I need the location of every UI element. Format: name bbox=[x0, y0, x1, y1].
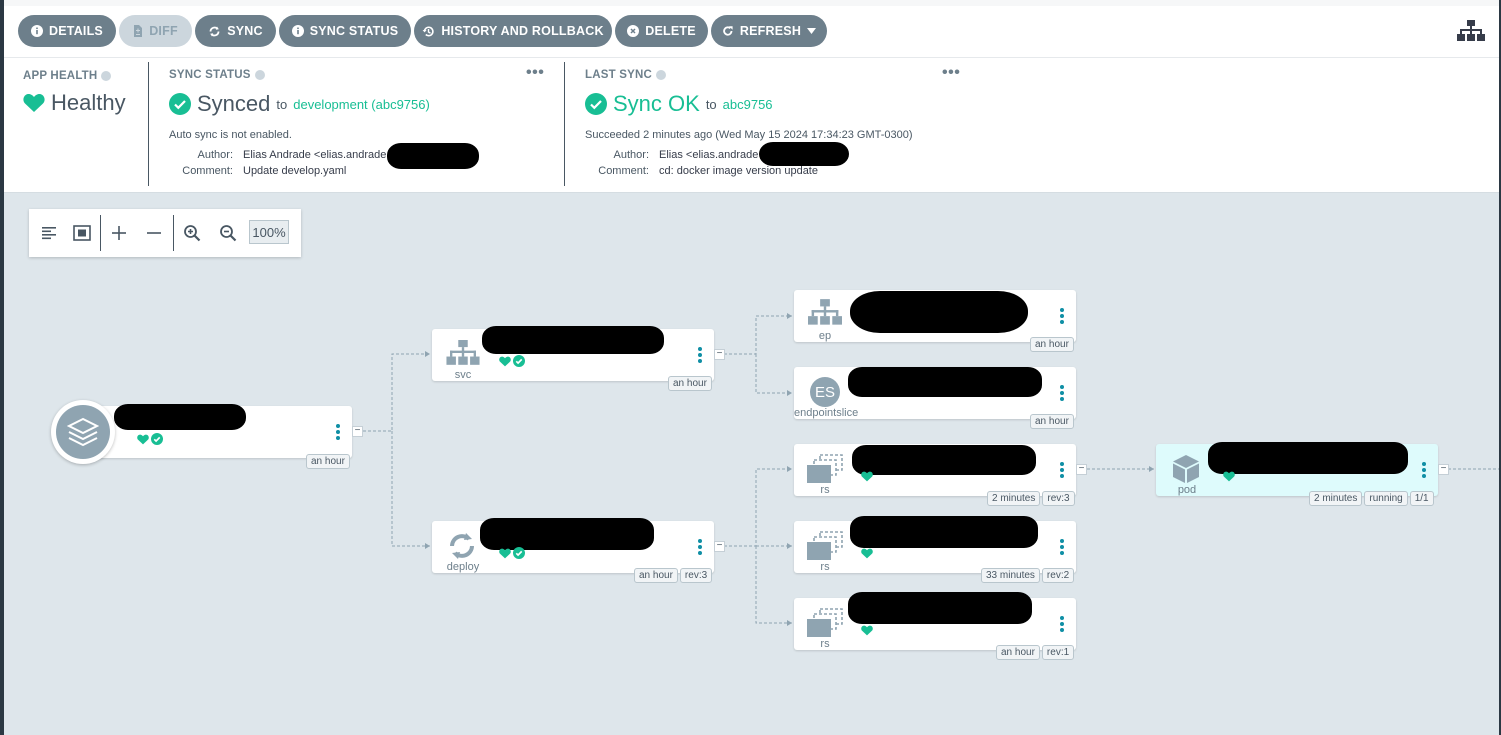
deploy-node[interactable]: deploy − an hour rev:3 bbox=[432, 518, 725, 583]
node-menu-icon[interactable] bbox=[698, 345, 704, 365]
health-sync-status bbox=[137, 433, 163, 445]
node-tags: 2 minutes rev:3 bbox=[987, 491, 1075, 506]
age-tag: an hour bbox=[634, 568, 678, 583]
revision-tag: rev:1 bbox=[1041, 645, 1075, 660]
check-circle-icon bbox=[513, 355, 525, 367]
svc-node[interactable]: svc − an hour bbox=[432, 326, 725, 391]
age-tag: an hour bbox=[1030, 337, 1074, 352]
age-tag: an hour bbox=[1030, 414, 1074, 429]
sync-icon bbox=[450, 533, 474, 559]
age-tag: an hour bbox=[668, 376, 712, 391]
layers-icon bbox=[67, 417, 99, 447]
revision-tag: rev:2 bbox=[1041, 568, 1075, 583]
node-menu-icon[interactable] bbox=[1422, 460, 1428, 480]
node-tags: an hour bbox=[1030, 337, 1074, 352]
endpointslice-node[interactable]: ES endpointslice an hour bbox=[794, 367, 1076, 429]
heart-icon bbox=[499, 356, 511, 366]
node-tags: an hour rev:3 bbox=[634, 568, 713, 583]
node-tags: an hour bbox=[306, 454, 350, 469]
age-tag: an hour bbox=[996, 645, 1040, 660]
heart-icon bbox=[137, 434, 149, 444]
check-circle-icon bbox=[513, 547, 525, 559]
age-tag: 2 minutes bbox=[987, 491, 1041, 506]
node-kind-label: rs bbox=[820, 638, 830, 650]
graph-edges bbox=[363, 313, 1501, 626]
node-menu-icon[interactable] bbox=[1060, 614, 1066, 634]
check-circle-icon bbox=[151, 433, 163, 445]
app-root-node[interactable]: − an hour bbox=[96, 404, 363, 469]
node-tags: an hour bbox=[1030, 414, 1074, 429]
app-icon bbox=[51, 400, 115, 464]
node-tags: 2 minutes running 1/1 bbox=[1309, 491, 1434, 506]
redaction bbox=[850, 516, 1038, 548]
heart-icon bbox=[861, 548, 873, 559]
sitemap-icon bbox=[808, 299, 842, 325]
collapse-toggle[interactable]: − bbox=[714, 541, 725, 552]
cube-icon bbox=[1173, 455, 1199, 483]
redaction bbox=[848, 367, 1042, 397]
health-status bbox=[1223, 471, 1235, 482]
left-edge bbox=[0, 0, 4, 735]
node-menu-icon[interactable] bbox=[336, 422, 342, 442]
health-sync-status bbox=[499, 547, 525, 559]
heart-icon bbox=[499, 548, 511, 558]
node-kind-label: rs bbox=[820, 484, 830, 496]
ready-tag: 1/1 bbox=[1409, 491, 1434, 506]
node-menu-icon[interactable] bbox=[698, 537, 704, 557]
age-tag: 2 minutes bbox=[1309, 491, 1363, 506]
redaction bbox=[482, 326, 664, 354]
state-tag: running bbox=[1364, 491, 1408, 506]
endpointslice-badge: ES bbox=[810, 377, 840, 407]
node-tags: an hour rev:1 bbox=[996, 645, 1075, 660]
redaction bbox=[852, 445, 1036, 475]
revision-tag: rev:3 bbox=[679, 568, 713, 583]
health-status bbox=[861, 471, 873, 482]
node-menu-icon[interactable] bbox=[1060, 383, 1066, 403]
replicaset-icon bbox=[807, 531, 843, 560]
redaction bbox=[1208, 442, 1408, 474]
rs-node[interactable]: rs 33 minutes rev:2 bbox=[794, 516, 1076, 583]
collapse-toggle[interactable]: − bbox=[352, 426, 363, 437]
collapse-toggle[interactable]: − bbox=[714, 349, 725, 360]
node-kind-label: pod bbox=[1177, 484, 1197, 496]
rs-node[interactable]: rs an hour rev:1 bbox=[794, 592, 1076, 660]
heart-icon bbox=[861, 471, 873, 482]
health-status bbox=[861, 625, 873, 636]
node-menu-icon[interactable] bbox=[1060, 537, 1066, 557]
redaction bbox=[850, 291, 1028, 333]
sitemap-icon bbox=[446, 340, 480, 365]
redaction bbox=[480, 518, 654, 550]
node-menu-icon[interactable] bbox=[1060, 460, 1066, 480]
redaction bbox=[114, 404, 246, 430]
node-kind-label: deploy bbox=[446, 561, 480, 573]
node-menu-icon[interactable] bbox=[1060, 306, 1066, 326]
pod-node[interactable]: pod − 2 minutes running 1/1 bbox=[1156, 442, 1449, 506]
collapse-toggle[interactable]: − bbox=[1438, 464, 1449, 475]
node-kind-label: rs bbox=[820, 561, 830, 573]
node-kind-label: endpointslice bbox=[794, 407, 859, 419]
node-kind-label: svc bbox=[454, 369, 472, 381]
node-tags: 33 minutes rev:2 bbox=[981, 568, 1075, 583]
health-status bbox=[861, 548, 873, 559]
heart-icon bbox=[861, 625, 873, 636]
replicaset-icon bbox=[807, 454, 843, 483]
node-kind-label: ep bbox=[818, 330, 832, 342]
health-sync-status bbox=[499, 355, 525, 367]
age-tag: an hour bbox=[306, 454, 350, 469]
node-tags: an hour bbox=[668, 376, 712, 391]
replicaset-icon bbox=[807, 608, 843, 637]
revision-tag: rev:3 bbox=[1042, 491, 1075, 506]
rs-node[interactable]: rs − 2 minutes rev:3 bbox=[794, 444, 1087, 506]
redaction bbox=[848, 592, 1032, 624]
ep-node[interactable]: ep an hour bbox=[794, 290, 1076, 352]
heart-icon bbox=[1223, 471, 1235, 482]
collapse-toggle[interactable]: − bbox=[1076, 464, 1087, 475]
age-tag: 33 minutes bbox=[981, 568, 1040, 583]
